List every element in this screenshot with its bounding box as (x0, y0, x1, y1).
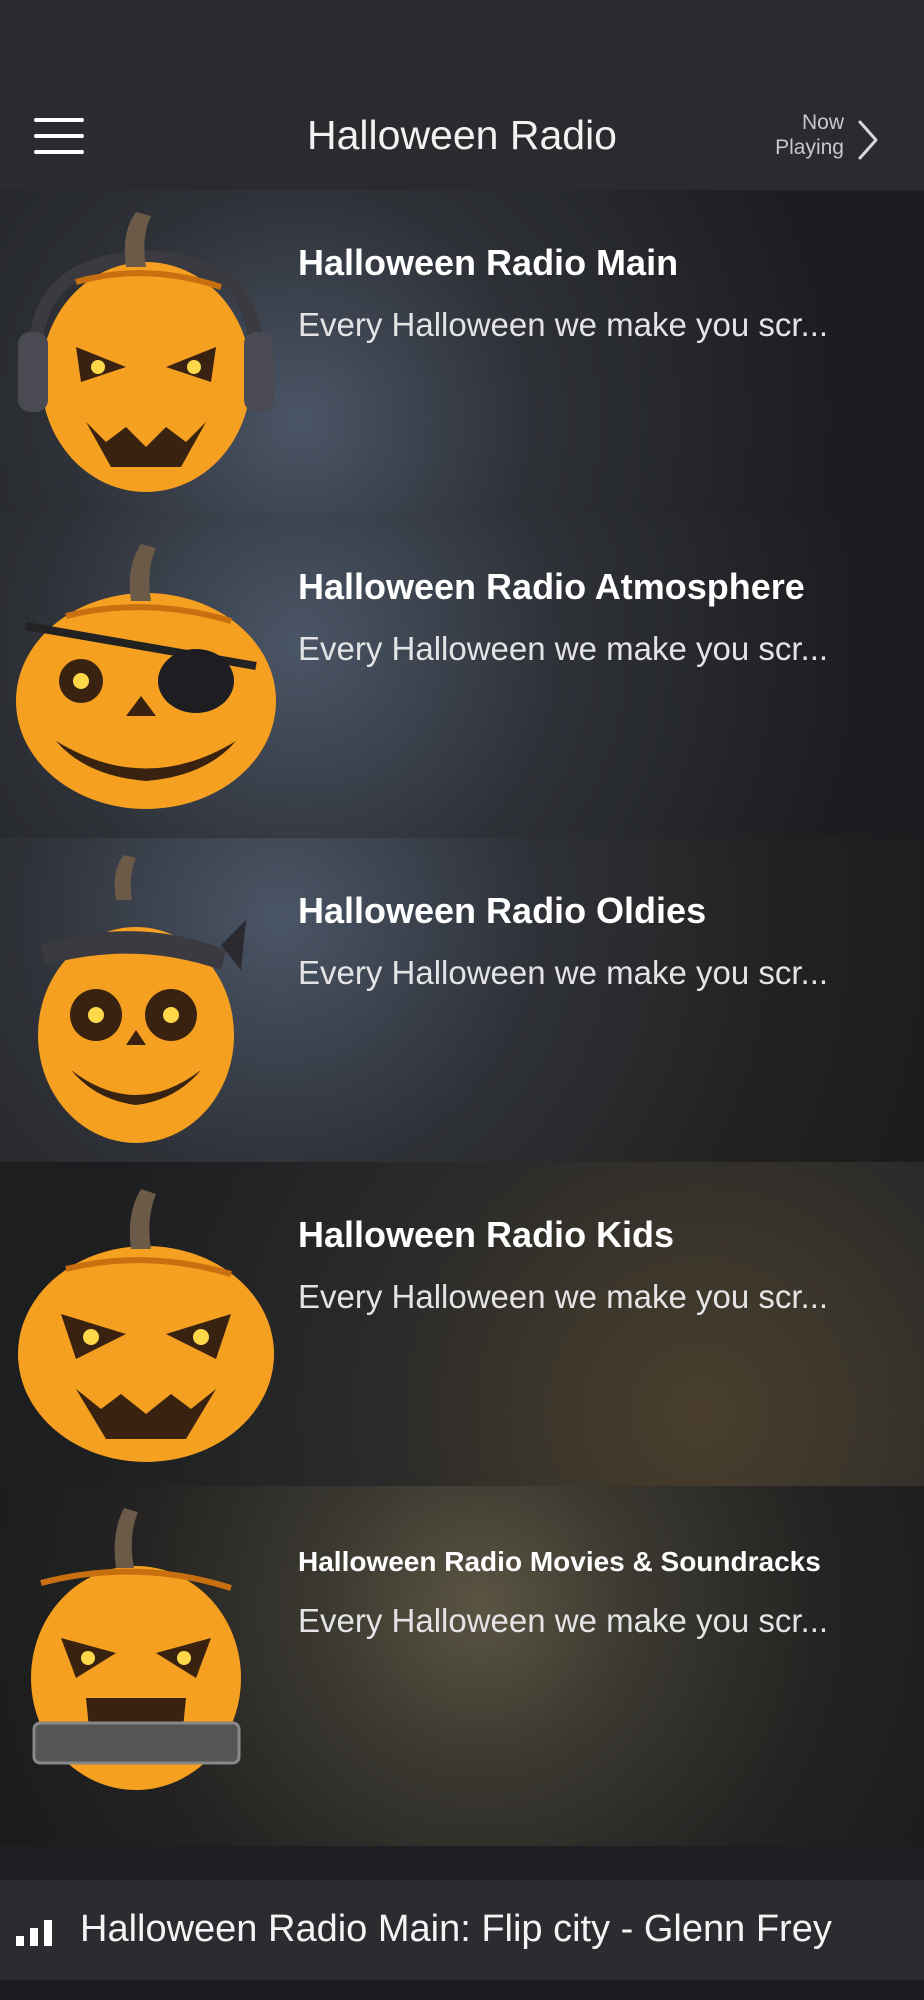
signal-bars-icon (16, 1920, 52, 1946)
now-playing-button[interactable]: Now Playing (760, 110, 880, 170)
station-row[interactable]: Halloween Radio Atmosphere Every Hallowe… (0, 514, 924, 839)
station-row[interactable]: Halloween Radio Main Every Halloween we … (0, 190, 924, 515)
station-description: Every Halloween we make you scr... (298, 630, 829, 667)
station-name: Halloween Radio Atmosphere (298, 566, 805, 607)
station-description: Every Halloween we make you scr... (298, 306, 829, 343)
app-header: Halloween Radio Now Playing (0, 90, 924, 190)
status-bar (0, 0, 924, 90)
station-row[interactable]: Halloween Radio Kids Every Halloween we … (0, 1162, 924, 1487)
station-row[interactable]: Halloween Radio Movies & Soundracks Ever… (0, 1486, 924, 1846)
station-description: Every Halloween we make you scr... (298, 1278, 829, 1315)
pumpkin-bandana-icon (38, 855, 246, 1143)
now-playing-label: Now Playing (775, 111, 844, 159)
pumpkin-kids-icon (18, 1189, 274, 1462)
station-name: Halloween Radio Kids (298, 1214, 675, 1255)
home-indicator (0, 1980, 924, 2000)
station-name: Halloween Radio Movies & Soundracks (298, 1546, 821, 1577)
station-name: Halloween Radio Main (298, 242, 679, 283)
station-row[interactable]: Halloween Radio Oldies Every Halloween w… (0, 838, 924, 1163)
now-playing-track: Halloween Radio Main: Flip city - Glenn … (80, 1908, 832, 1950)
pumpkin-film-icon (31, 1508, 241, 1790)
pumpkin-eyepatch-icon (16, 544, 276, 809)
station-name: Halloween Radio Oldies (298, 890, 707, 931)
pumpkin-headphones-icon (18, 212, 274, 492)
station-description: Every Halloween we make you scr... (298, 1602, 829, 1639)
now-playing-bar[interactable]: Halloween Radio Main: Flip city - Glenn … (0, 1880, 924, 1980)
station-list: Halloween Radio Main Every Halloween we … (0, 190, 924, 1880)
station-description: Every Halloween we make you scr... (298, 954, 829, 991)
chevron-right-icon (858, 120, 878, 160)
